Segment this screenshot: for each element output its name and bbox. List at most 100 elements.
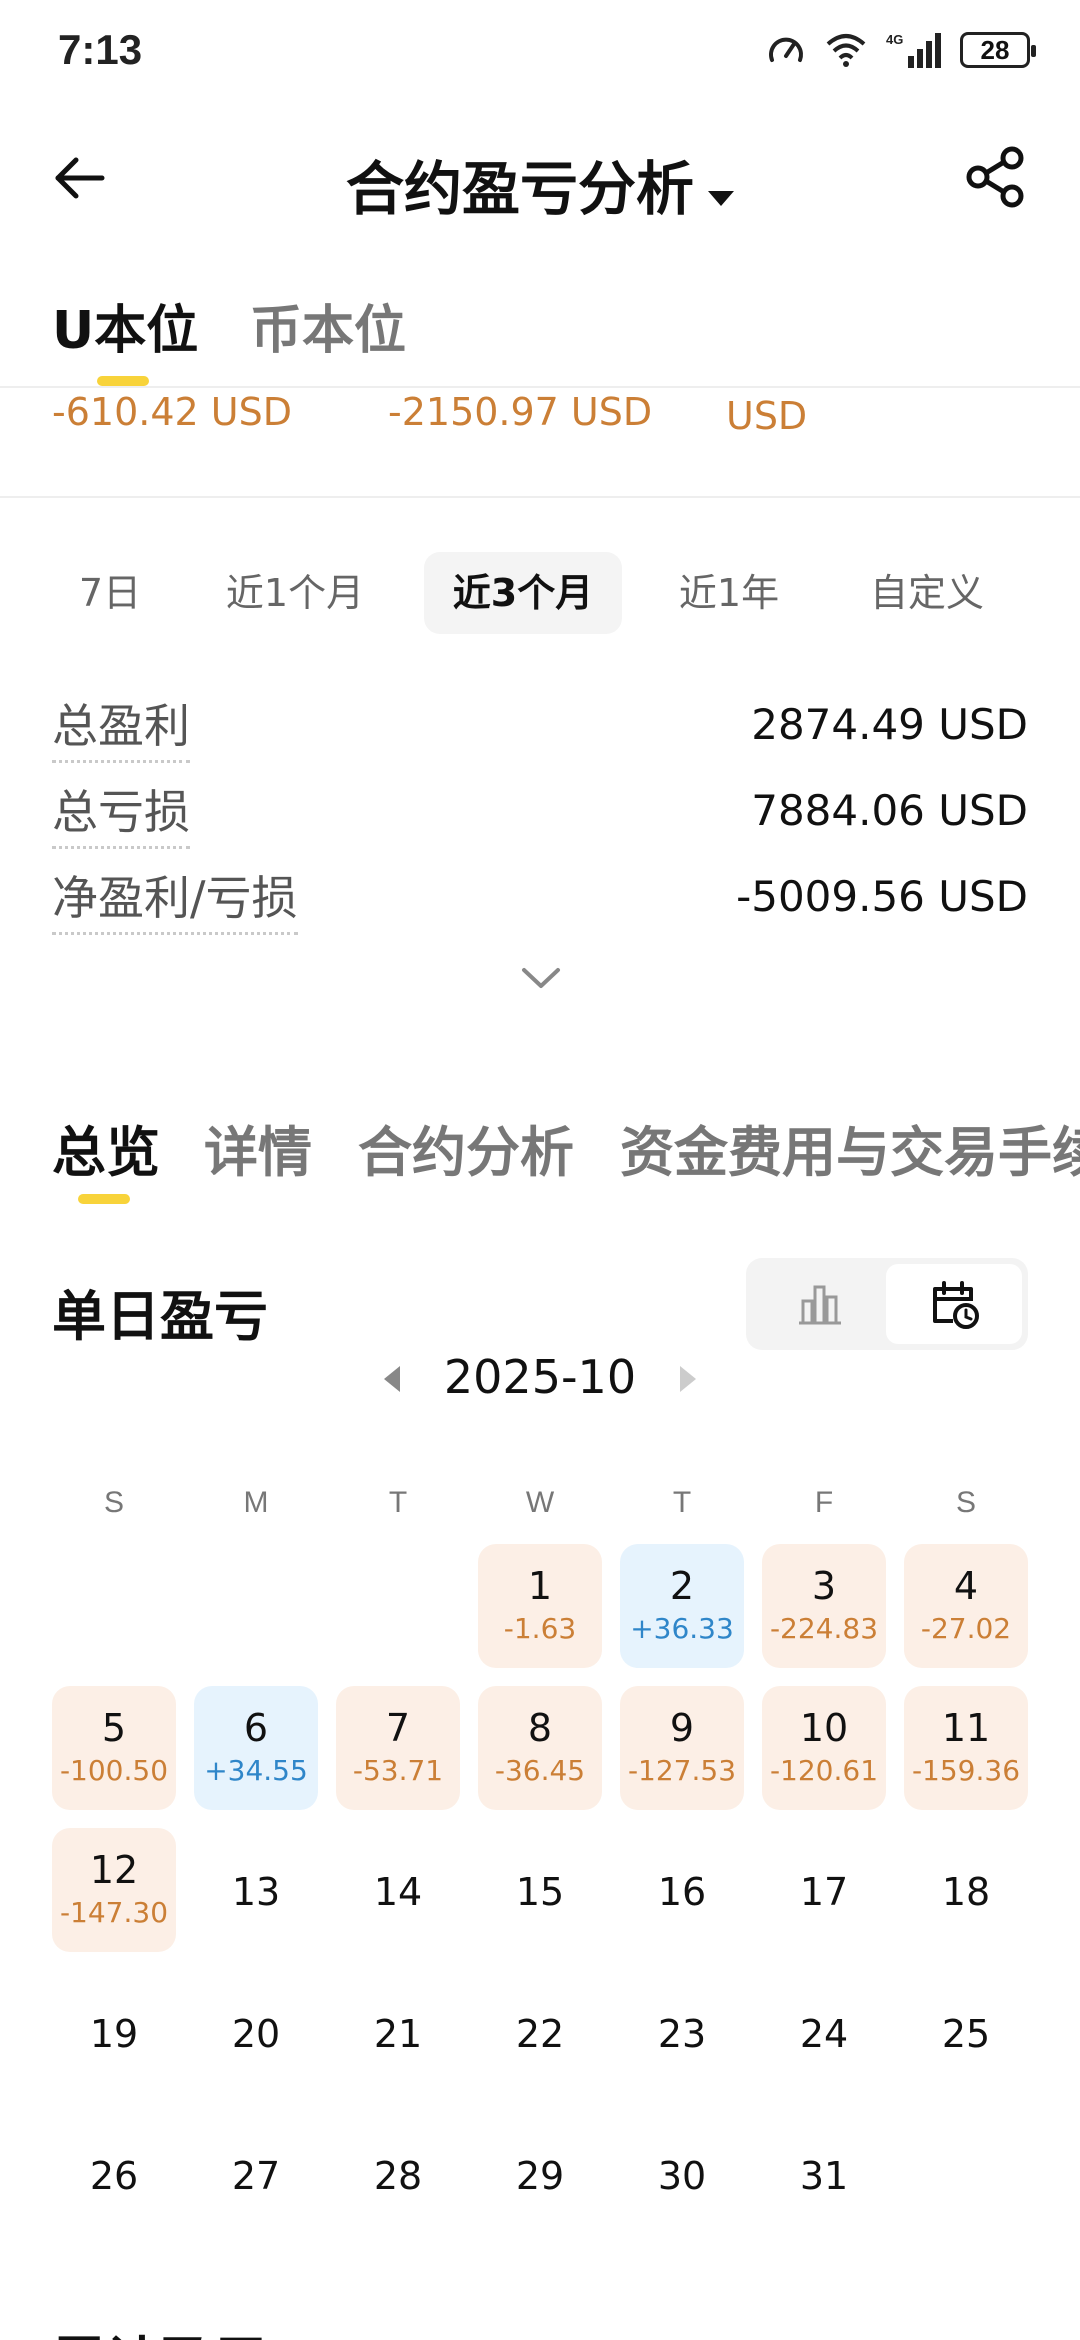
calendar-day[interactable]: 28 xyxy=(336,2112,460,2236)
day-number: 26 xyxy=(89,2154,139,2198)
battery-icon: 28 xyxy=(960,32,1036,68)
calendar-day[interactable]: 3 -224.83 xyxy=(762,1544,886,1668)
stat-label[interactable]: 净盈利/亏损 xyxy=(52,862,298,935)
calendar-day[interactable]: 30 xyxy=(620,2112,744,2236)
day-number: 22 xyxy=(515,2012,565,2056)
day-pnl: -53.71 xyxy=(352,1754,444,1787)
calendar-view-button[interactable] xyxy=(886,1264,1022,1344)
weekday-label: T xyxy=(388,1486,408,1519)
weekday-label: T xyxy=(672,1486,692,1519)
calendar-day[interactable]: 14 xyxy=(336,1828,460,1952)
section-tabs: 总览 详情 合约分析 资金费用与交易手续 xyxy=(0,1100,1080,1190)
title-dropdown[interactable]: 合约盈亏分析 xyxy=(0,142,1080,226)
day-number: 27 xyxy=(231,2154,281,2198)
share-icon[interactable] xyxy=(960,142,1030,212)
calendar-day[interactable]: 29 xyxy=(478,2112,602,2236)
day-pnl: -147.30 xyxy=(59,1896,169,1929)
month-nav: 2025-10 xyxy=(0,1350,1080,1420)
calendar-day[interactable]: 16 xyxy=(620,1828,744,1952)
status-time: 7:13 xyxy=(58,26,143,73)
calendar-day[interactable]: 10 -120.61 xyxy=(762,1686,886,1810)
calendar-day[interactable]: 31 xyxy=(762,2112,886,2236)
day-pnl: -27.02 xyxy=(920,1612,1012,1645)
calendar-day[interactable]: 2 +36.33 xyxy=(620,1544,744,1668)
weekday-label: S xyxy=(103,1486,124,1519)
day-number: 6 xyxy=(243,1706,269,1750)
summary-value: USD xyxy=(726,394,808,438)
tab-funding-fees[interactable]: 资金费用与交易手续 xyxy=(620,1108,1080,1187)
day-number: 1 xyxy=(527,1564,553,1608)
day-number: 15 xyxy=(515,1870,565,1914)
view-toggle xyxy=(746,1258,1028,1350)
day-number: 11 xyxy=(941,1706,991,1750)
calendar-day[interactable]: 11 -159.36 xyxy=(904,1686,1028,1810)
period-tab-7d[interactable]: 7日 xyxy=(52,552,168,634)
chevron-down-icon[interactable] xyxy=(520,958,562,1000)
wifi-icon xyxy=(826,34,866,67)
calendar-day[interactable]: 1 -1.63 xyxy=(478,1544,602,1668)
calendar-day[interactable]: 27 xyxy=(194,2112,318,2236)
calendar-day[interactable]: 12 -147.30 xyxy=(52,1828,176,1952)
weekday-label: W xyxy=(525,1486,555,1519)
caret-down-icon xyxy=(708,191,734,206)
calendar-clock-icon xyxy=(933,1281,979,1329)
stat-label[interactable]: 总盈利 xyxy=(52,690,190,763)
calendar-day[interactable]: 19 xyxy=(52,1970,176,2094)
calendar-day[interactable]: 22 xyxy=(478,1970,602,2094)
calendar-day[interactable]: 17 xyxy=(762,1828,886,1952)
day-number: 29 xyxy=(515,2154,565,2198)
day-pnl: +34.55 xyxy=(204,1754,308,1787)
period-tab-1m[interactable]: 近1个月 xyxy=(200,552,390,634)
stat-value: -5009.56 USD xyxy=(736,872,1028,921)
day-number: 12 xyxy=(89,1848,139,1892)
calendar-day[interactable]: 25 xyxy=(904,1970,1028,2094)
day-pnl: -120.61 xyxy=(769,1754,879,1787)
day-number: 21 xyxy=(373,2012,423,2056)
period-tab-3m[interactable]: 近3个月 xyxy=(424,552,622,634)
day-number: 25 xyxy=(941,2012,991,2056)
day-pnl: -1.63 xyxy=(503,1612,577,1645)
day-number: 8 xyxy=(527,1706,553,1750)
day-number: 24 xyxy=(799,2012,849,2056)
bar-chart-view-button[interactable] xyxy=(752,1264,888,1344)
section-title: 单日盈亏 xyxy=(52,1285,268,1348)
day-number: 28 xyxy=(373,2154,423,2198)
summary-value: -2150.97 USD xyxy=(388,390,653,434)
calendar-day[interactable]: 8 -36.45 xyxy=(478,1686,602,1810)
next-month-icon[interactable] xyxy=(680,1366,696,1392)
calendar-day[interactable]: 26 xyxy=(52,2112,176,2236)
period-tab-custom[interactable]: 自定义 xyxy=(842,552,1012,634)
stat-label[interactable]: 总亏损 xyxy=(52,776,190,849)
period-tab-1y[interactable]: 近1年 xyxy=(656,552,802,634)
day-pnl: -100.50 xyxy=(59,1754,169,1787)
speed-icon xyxy=(769,37,803,62)
day-number: 13 xyxy=(231,1870,281,1914)
day-number: 16 xyxy=(657,1870,707,1914)
tab-details[interactable]: 详情 xyxy=(204,1108,312,1187)
day-pnl: -127.53 xyxy=(627,1754,737,1787)
stat-value: 2874.49 USD xyxy=(751,700,1028,749)
calendar-day[interactable]: 20 xyxy=(194,1970,318,2094)
calendar-day[interactable]: 9 -127.53 xyxy=(620,1686,744,1810)
day-number: 20 xyxy=(231,2012,281,2056)
calendar-day[interactable]: 4 -27.02 xyxy=(904,1544,1028,1668)
tab-u-margined[interactable]: U本位 xyxy=(52,288,198,363)
calendar-day[interactable]: 21 xyxy=(336,1970,460,2094)
calendar-day[interactable]: 6 +34.55 xyxy=(194,1686,318,1810)
weekday-label: F xyxy=(814,1486,834,1519)
day-number: 7 xyxy=(385,1706,411,1750)
tab-overview[interactable]: 总览 xyxy=(52,1108,160,1187)
prev-month-icon[interactable] xyxy=(384,1366,400,1392)
tab-coin-margined[interactable]: 币本位 xyxy=(250,288,406,363)
calendar-day[interactable]: 13 xyxy=(194,1828,318,1952)
calendar-day[interactable]: 24 xyxy=(762,1970,886,2094)
day-pnl: -224.83 xyxy=(769,1612,879,1645)
calendar-day[interactable]: 5 -100.50 xyxy=(52,1686,176,1810)
calendar-day[interactable]: 18 xyxy=(904,1828,1028,1952)
summary-value: -610.42 USD xyxy=(52,390,292,434)
tab-contract-analysis[interactable]: 合约分析 xyxy=(358,1108,574,1187)
calendar-day[interactable]: 23 xyxy=(620,1970,744,2094)
calendar-day[interactable]: 15 xyxy=(478,1828,602,1952)
stat-row: 总亏损 7884.06 USD xyxy=(0,776,1080,849)
calendar-day[interactable]: 7 -53.71 xyxy=(336,1686,460,1810)
